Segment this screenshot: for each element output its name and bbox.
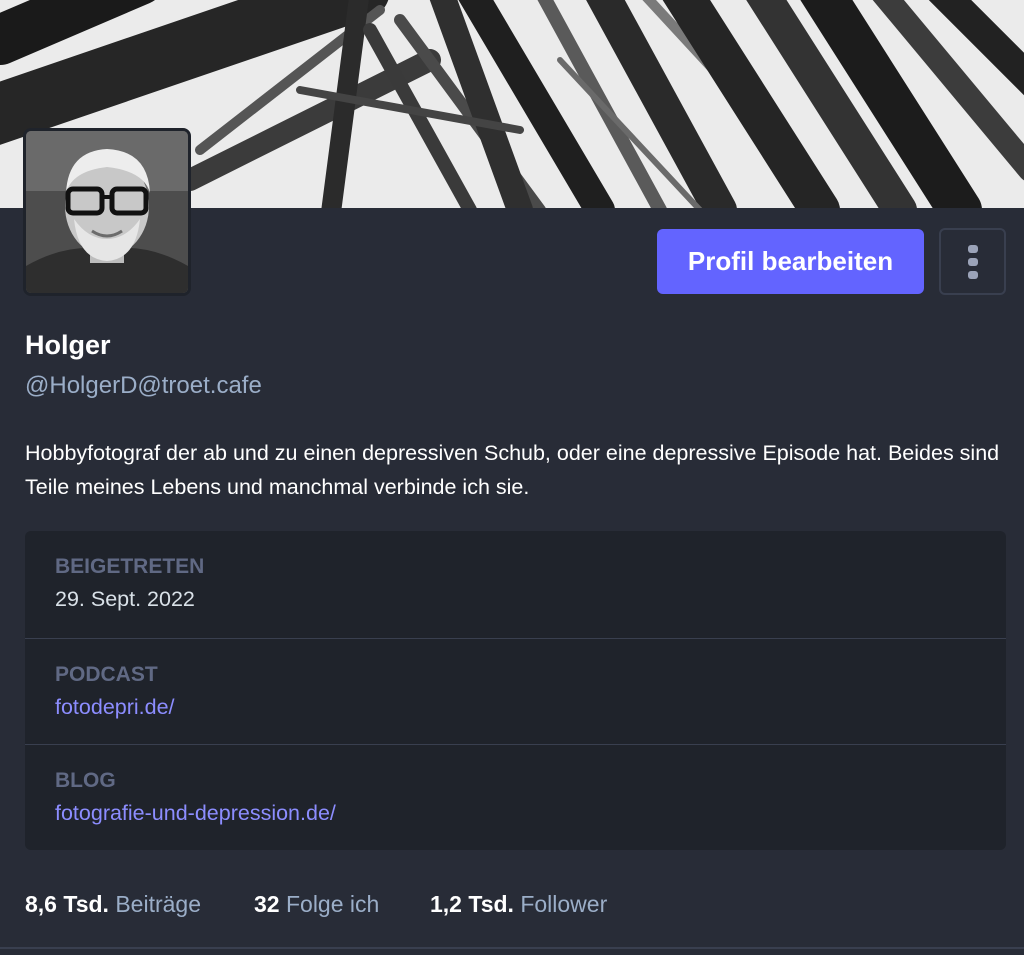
field-joined: BEIGETRETEN 29. Sept. 2022	[25, 531, 1006, 637]
stat-label: Beiträge	[115, 891, 201, 917]
stat-count: 32	[254, 891, 280, 917]
profile-fields: BEIGETRETEN 29. Sept. 2022 PODCAST fotod…	[25, 531, 1006, 850]
edit-profile-button[interactable]: Profil bearbeiten	[657, 229, 924, 294]
vertical-ellipsis-icon	[967, 244, 978, 279]
blog-link[interactable]: fotografie-und-depression.de/	[55, 801, 336, 826]
stat-count: 1,2 Tsd.	[430, 891, 514, 917]
field-podcast: PODCAST fotodepri.de/	[25, 638, 1006, 745]
display-name: Holger	[25, 330, 111, 360]
profile-bio: Hobbyfotograf der ab und zu einen depres…	[25, 441, 1000, 499]
stat-posts[interactable]: 8,6 Tsd. Beiträge	[25, 891, 201, 918]
field-label: PODCAST	[55, 663, 158, 686]
field-value: 29. Sept. 2022	[55, 587, 195, 611]
avatar[interactable]	[23, 128, 191, 296]
account-handle[interactable]: @HolgerD@troet.cafe	[25, 372, 262, 400]
stat-label: Folge ich	[285, 891, 380, 917]
divider	[0, 947, 1024, 949]
stat-label: Follower	[520, 891, 608, 917]
stat-followers[interactable]: 1,2 Tsd. Follower	[430, 891, 607, 918]
stat-count: 8,6 Tsd.	[25, 891, 109, 917]
podcast-link[interactable]: fotodepri.de/	[55, 695, 175, 720]
field-label: BLOG	[55, 769, 116, 792]
profile-card: Profil bearbeiten Holger @HolgerD@troet.…	[0, 0, 1024, 955]
more-options-button[interactable]	[939, 228, 1006, 295]
field-label: BEIGETRETEN	[55, 555, 205, 578]
stat-following[interactable]: 32 Folge ich	[254, 891, 379, 918]
field-blog: BLOG fotografie-und-depression.de/	[25, 744, 1006, 850]
